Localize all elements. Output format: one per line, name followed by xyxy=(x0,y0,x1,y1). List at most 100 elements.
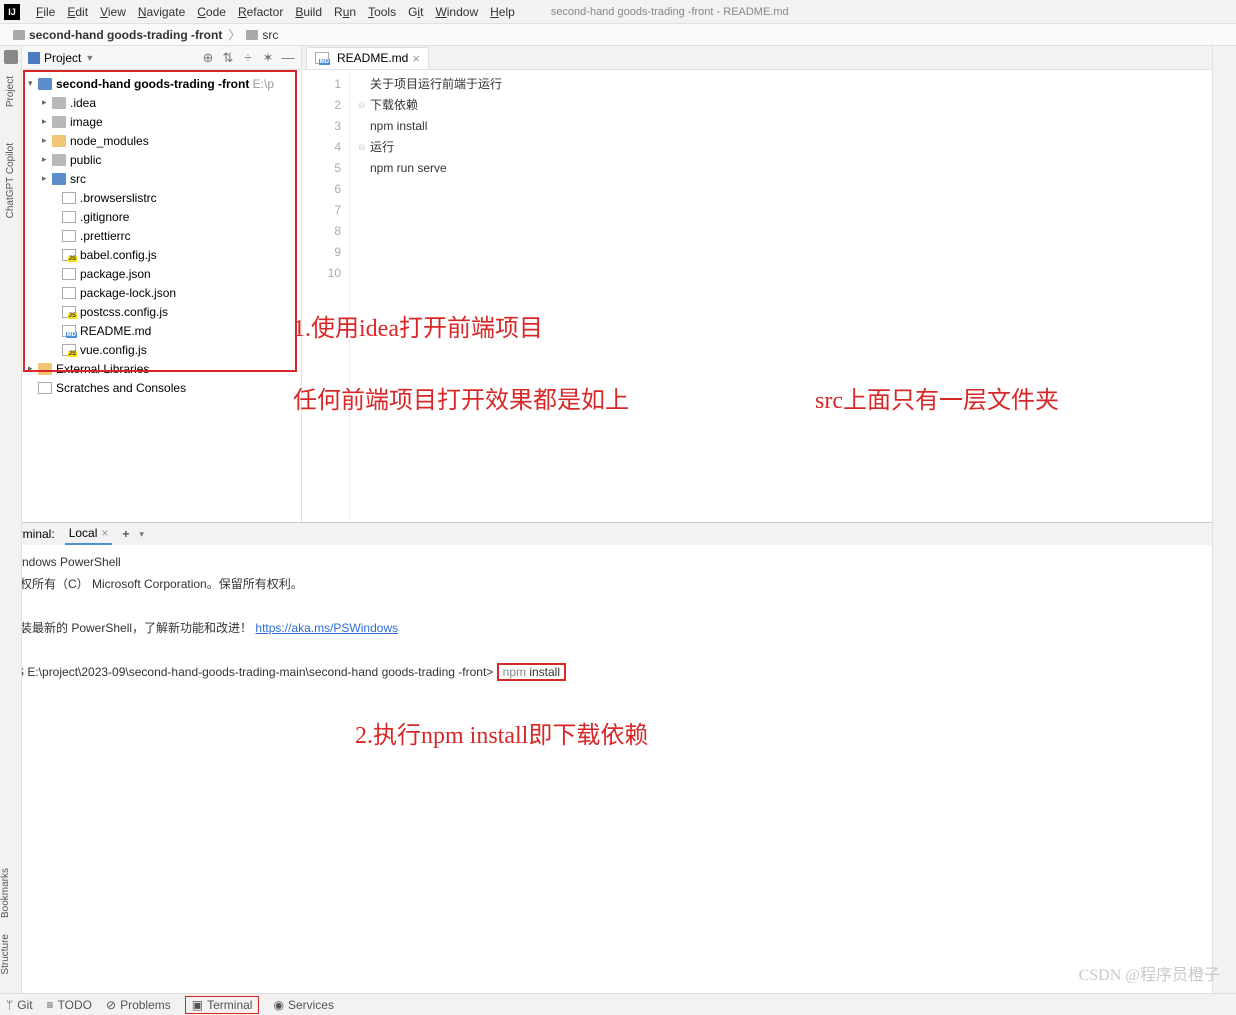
status-git[interactable]: ᛘGit xyxy=(6,998,33,1012)
project-root-icon xyxy=(38,78,52,90)
menu-edit[interactable]: Edit xyxy=(61,5,94,19)
branch-icon: ᛘ xyxy=(6,998,13,1012)
watermark: CSDN @程序员橙子 xyxy=(1079,961,1220,985)
menu-file[interactable]: File xyxy=(30,5,61,19)
menu-help[interactable]: Help xyxy=(484,5,521,19)
tree-item-node-modules[interactable]: ▸node_modules xyxy=(22,131,301,150)
status-bar: ᛘGit ≡TODO ⊘Problems ▣Terminal ◉Services xyxy=(0,993,1236,1015)
breadcrumb: second-hand goods-trading -front 〉 src xyxy=(0,24,1236,46)
md-icon xyxy=(315,52,329,64)
annotation-text-3: 2.执行npm install即下载依赖 xyxy=(355,725,648,747)
terminal-icon: ▣ xyxy=(192,998,203,1012)
dropdown-icon[interactable]: ▼ xyxy=(85,53,94,63)
terminal-body[interactable]: Windows PowerShell 版权所有（C） Microsoft Cor… xyxy=(0,545,1236,969)
right-rail xyxy=(1212,46,1236,993)
tree-item-idea[interactable]: ▸.idea xyxy=(22,93,301,112)
folder-icon xyxy=(52,116,66,128)
menu-code[interactable]: Code xyxy=(191,5,232,19)
menu-build[interactable]: Build xyxy=(289,5,328,19)
terminal-prompt-line: PS E:\project\2023-09\second-hand-goods-… xyxy=(8,661,1228,683)
folder-icon xyxy=(246,30,258,40)
menu-refactor[interactable]: Refactor xyxy=(232,5,289,19)
menu-git[interactable]: Git xyxy=(402,5,429,19)
project-icon xyxy=(28,52,40,64)
tree-item-image[interactable]: ▸image xyxy=(22,112,301,131)
menu-run[interactable]: Run xyxy=(328,5,362,19)
tool-split-icon[interactable]: ÷ xyxy=(241,51,255,65)
js-icon xyxy=(62,344,76,356)
editor-tabs: README.md × xyxy=(302,46,1236,70)
left-bottom-rail: Bookmarks Structure xyxy=(0,522,22,993)
menu-view[interactable]: View xyxy=(94,5,132,19)
crumb-separator: 〉 xyxy=(225,26,243,43)
rail-copilot[interactable]: ChatGPT Copilot xyxy=(5,135,16,226)
file-icon xyxy=(62,211,76,223)
js-icon xyxy=(62,306,76,318)
library-icon xyxy=(52,135,66,147)
menubar: IJ File Edit View Navigate Code Refactor… xyxy=(0,0,1236,24)
rail-bookmarks[interactable]: Bookmarks xyxy=(0,860,21,926)
tab-readme[interactable]: README.md × xyxy=(306,47,429,69)
code-body[interactable]: 关于项目运行前端于运行 ⊖下载依赖 npm install ⊖运行 npm ru… xyxy=(350,70,1236,522)
tool-gear-icon[interactable]: ✶ xyxy=(261,51,275,65)
panel-title-text: Project xyxy=(44,51,81,65)
menu-navigate[interactable]: Navigate xyxy=(132,5,191,19)
rail-structure[interactable]: Structure xyxy=(0,926,21,983)
tree-item-prettierrc[interactable]: .prettierrc xyxy=(22,226,301,245)
status-services[interactable]: ◉Services xyxy=(273,998,334,1012)
tree-item-package-lock[interactable]: package-lock.json xyxy=(22,283,301,302)
app-logo: IJ xyxy=(4,4,20,20)
close-icon[interactable]: × xyxy=(412,51,420,66)
powershell-link[interactable]: https://aka.ms/PSWindows xyxy=(255,621,398,635)
status-todo[interactable]: ≡TODO xyxy=(47,998,92,1012)
library-icon xyxy=(38,363,52,375)
tree-item-vue-config[interactable]: vue.config.js xyxy=(22,340,301,359)
crumb-root[interactable]: second-hand goods-trading -front xyxy=(10,28,225,42)
tree-external-libraries[interactable]: ▸External Libraries xyxy=(22,359,301,378)
close-icon[interactable]: × xyxy=(101,526,108,540)
tree-item-browserslistrc[interactable]: .browserslistrc xyxy=(22,188,301,207)
terminal-tab-local[interactable]: Local × xyxy=(65,523,113,545)
tree-item-src[interactable]: ▸src xyxy=(22,169,301,188)
terminal-line: 版权所有（C） Microsoft Corporation。保留所有权利。 xyxy=(8,573,1228,595)
tree-root[interactable]: ▾second-hand goods-trading -front E:\p xyxy=(22,74,301,93)
status-problems[interactable]: ⊘Problems xyxy=(106,998,171,1012)
folder-icon xyxy=(52,173,66,185)
editor-area: README.md × 12345678910 关于项目运行前端于运行 ⊖下载依… xyxy=(302,46,1236,522)
tree-item-public[interactable]: ▸public xyxy=(22,150,301,169)
project-panel-header: Project ▼ ⊕ ⇅ ÷ ✶ — xyxy=(22,46,301,70)
tree-item-babel-config[interactable]: babel.config.js xyxy=(22,245,301,264)
terminal-dropdown-icon[interactable]: ▾ xyxy=(139,529,144,540)
tree-item-gitignore[interactable]: .gitignore xyxy=(22,207,301,226)
terminal-line: Windows PowerShell xyxy=(8,551,1228,573)
annotation-text-2a: 任何前端项目打开效果都是如上 xyxy=(293,380,629,415)
rail-project[interactable]: Project xyxy=(5,68,16,115)
tool-sort-icon[interactable]: ⇅ xyxy=(221,51,235,65)
crumb-src[interactable]: src xyxy=(243,28,281,42)
md-icon xyxy=(62,325,76,337)
tool-minimize-icon[interactable]: — xyxy=(281,51,295,65)
scratches-icon xyxy=(38,382,52,394)
tree-item-package-json[interactable]: package.json xyxy=(22,264,301,283)
left-tool-rail: Project ChatGPT Copilot xyxy=(0,46,22,522)
add-terminal-icon[interactable]: + xyxy=(122,527,129,541)
problems-icon: ⊘ xyxy=(106,998,116,1012)
file-icon xyxy=(62,268,76,280)
file-icon xyxy=(62,230,76,242)
services-icon: ◉ xyxy=(273,998,283,1012)
menu-window[interactable]: Window xyxy=(429,5,484,19)
todo-icon: ≡ xyxy=(47,998,54,1012)
tool-target-icon[interactable]: ⊕ xyxy=(201,51,215,65)
menu-tools[interactable]: Tools xyxy=(362,5,402,19)
code-editor[interactable]: 12345678910 关于项目运行前端于运行 ⊖下载依赖 npm instal… xyxy=(302,70,1236,522)
tree-item-postcss-config[interactable]: postcss.config.js xyxy=(22,302,301,321)
tree-scratches[interactable]: Scratches and Consoles xyxy=(22,378,301,397)
project-tool-icon[interactable] xyxy=(4,50,18,64)
terminal-panel: Terminal: Local × + ▾ Windows PowerShell… xyxy=(0,522,1236,969)
folder-icon xyxy=(52,97,66,109)
annotation-text-2b: src上面只有一层文件夹 xyxy=(815,380,1059,415)
status-terminal[interactable]: ▣Terminal xyxy=(185,996,260,1014)
project-tree: ▾second-hand goods-trading -front E:\p ▸… xyxy=(22,70,301,401)
terminal-header: Terminal: Local × + ▾ xyxy=(0,523,1236,545)
tree-item-readme[interactable]: README.md xyxy=(22,321,301,340)
